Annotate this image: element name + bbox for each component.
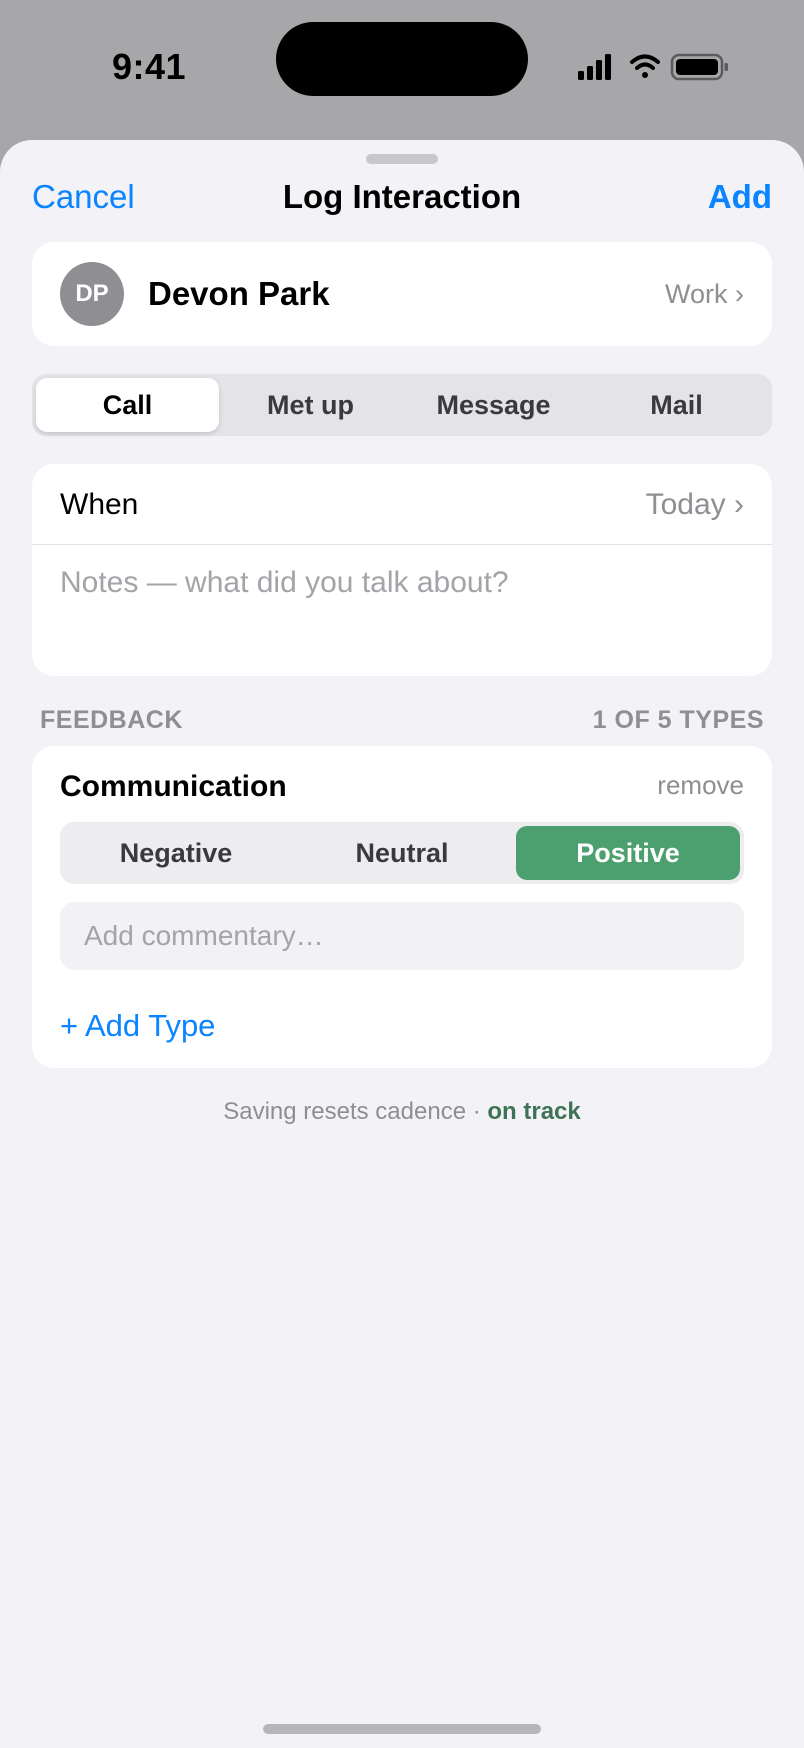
segment-message[interactable]: Message <box>402 378 585 432</box>
divider <box>32 544 772 545</box>
contact-name: Devon Park <box>148 275 330 312</box>
cellular-signal-icon <box>578 54 611 80</box>
add-type-button[interactable]: + Add Type <box>60 1008 215 1044</box>
feedback-section-header: FEEDBACK <box>40 706 183 734</box>
segment-mail[interactable]: Mail <box>585 378 768 432</box>
add-button[interactable]: Add <box>708 178 772 216</box>
battery-icon <box>670 53 728 81</box>
feedback-entry: Communication remove Negative Neutral Po… <box>32 746 772 1008</box>
cadence-status: on track <box>487 1098 581 1125</box>
footer-note-text: Saving resets cadence · <box>223 1098 481 1125</box>
status-icons <box>576 52 736 82</box>
notes-field[interactable] <box>60 554 744 676</box>
add-type-row: + Add Type <box>32 988 772 1068</box>
status-bar: 9:41 <box>0 0 804 130</box>
segment-met-up[interactable]: Met up <box>219 378 402 432</box>
status-time: 9:41 <box>112 46 187 87</box>
sheet-grabber[interactable] <box>366 154 438 164</box>
footer-note: Saving resets cadence · on track <box>0 1098 804 1126</box>
sentiment-segmented-control: Negative Neutral Positive <box>60 822 744 884</box>
remove-feedback-button[interactable]: remove <box>657 770 744 801</box>
dynamic-island <box>276 22 528 96</box>
details-card: When Today › <box>32 464 772 676</box>
segment-call[interactable]: Call <box>36 378 219 432</box>
sentiment-positive[interactable]: Positive <box>516 826 740 880</box>
feedback-type-title: Communication <box>60 770 287 803</box>
contact-group-link[interactable]: Work › <box>665 279 744 310</box>
cancel-button[interactable]: Cancel <box>32 178 135 216</box>
wifi-icon <box>630 54 660 78</box>
avatar: DP <box>60 262 124 326</box>
when-label: When <box>60 488 139 521</box>
commentary-input[interactable] <box>60 902 744 970</box>
when-picker[interactable]: Today › <box>646 488 744 522</box>
feedback-type-count: 1 OF 5 TYPES <box>592 706 764 734</box>
log-interaction-sheet: Cancel Log Interaction Add DP Devon Park… <box>0 140 804 1748</box>
sentiment-negative[interactable]: Negative <box>64 826 288 880</box>
interaction-type-segmented-control: Call Met up Message Mail <box>32 374 772 436</box>
sentiment-neutral[interactable]: Neutral <box>290 826 514 880</box>
home-indicator[interactable] <box>263 1724 541 1734</box>
contact-card: DP Devon Park Work › <box>32 242 772 346</box>
